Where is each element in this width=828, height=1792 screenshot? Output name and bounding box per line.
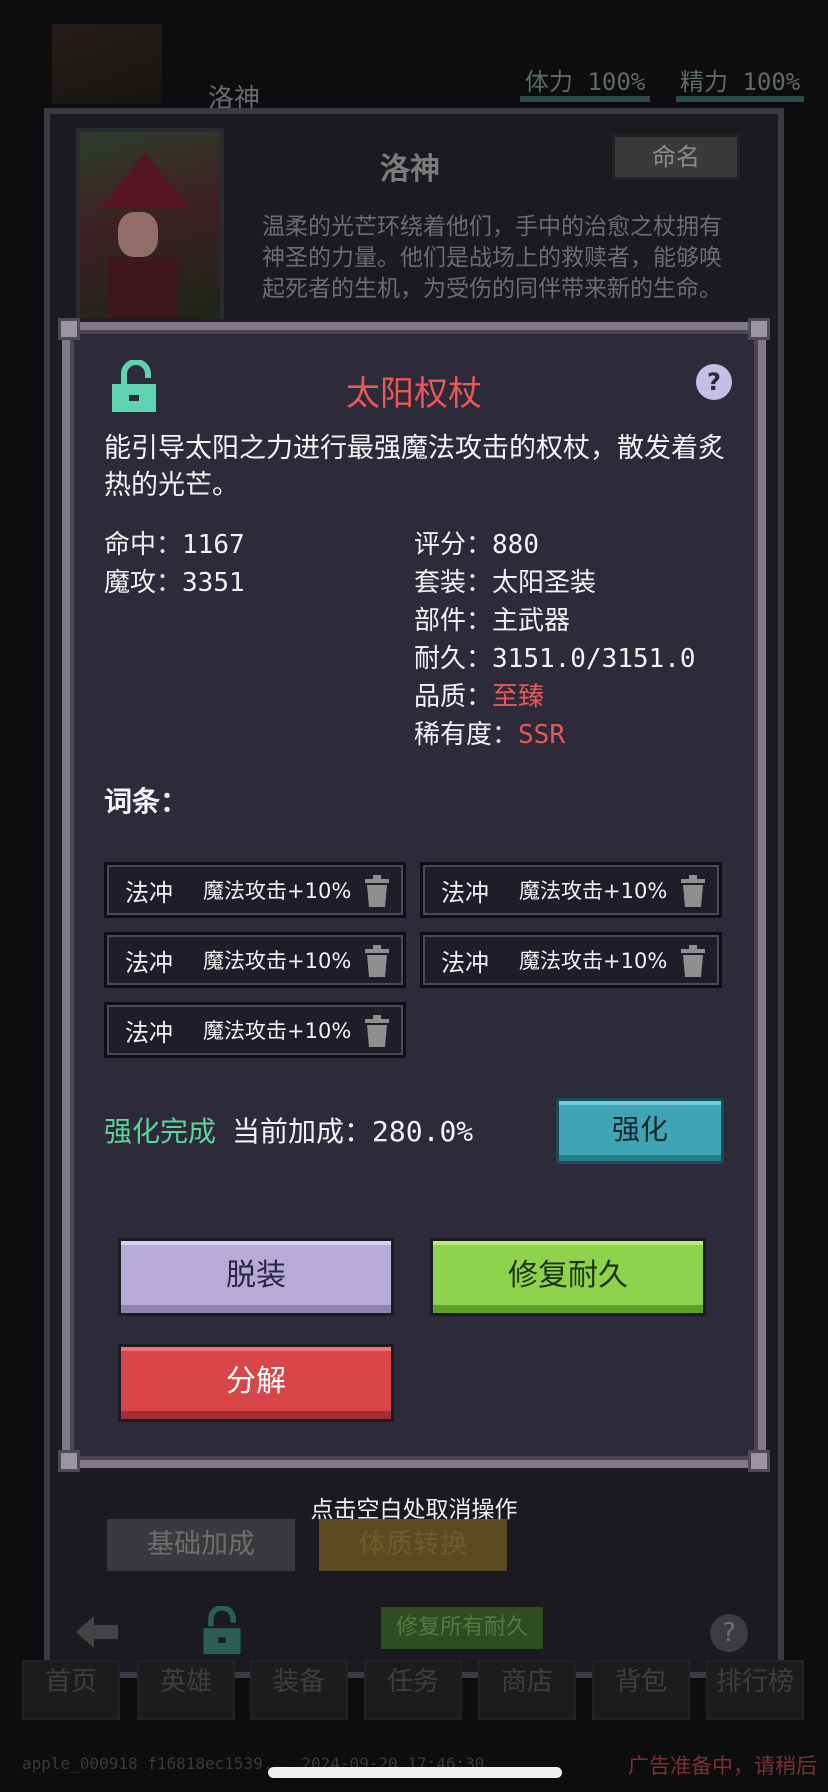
stamina-bar bbox=[520, 96, 650, 102]
trash-can-icon[interactable] bbox=[363, 875, 391, 907]
base-bonus-button[interactable]: 基础加成 bbox=[104, 1516, 298, 1574]
stat-quality: 品质：至臻 bbox=[414, 682, 545, 712]
energy-stat: 精力 100% bbox=[680, 68, 801, 96]
tab-shop[interactable]: 商店 bbox=[478, 1660, 576, 1720]
affix-name: 法冲 bbox=[125, 948, 173, 977]
hero-portrait bbox=[76, 128, 224, 328]
enhance-status: 强化完成 bbox=[104, 1115, 217, 1148]
affix-effect: 魔法攻击+10% bbox=[203, 879, 352, 903]
affix-name: 法冲 bbox=[125, 1018, 173, 1047]
affix-effect: 魔法攻击+10% bbox=[519, 879, 668, 903]
affix-slot: 法冲 魔法攻击+10% bbox=[420, 862, 722, 918]
ad-status: 广告准备中，请稍后 bbox=[628, 1754, 817, 1778]
dialog-corner bbox=[58, 318, 80, 340]
enhance-button[interactable]: 强化 bbox=[556, 1098, 724, 1164]
enhance-bonus: 当前加成：280.0% bbox=[232, 1115, 474, 1148]
trash-can-icon[interactable] bbox=[679, 875, 707, 907]
affix-effect: 魔法攻击+10% bbox=[203, 1019, 352, 1043]
rename-button[interactable]: 命名 bbox=[612, 134, 740, 180]
unequip-button[interactable]: 脱装 bbox=[118, 1238, 394, 1316]
stat-rarity: 稀有度：SSR bbox=[414, 720, 565, 750]
trash-can-icon[interactable] bbox=[363, 1015, 391, 1047]
tab-bag[interactable]: 背包 bbox=[592, 1660, 690, 1720]
dialog-corner bbox=[748, 318, 770, 340]
affix-slot: 法冲 魔法攻击+10% bbox=[104, 932, 406, 988]
affix-slot: 法冲 魔法攻击+10% bbox=[420, 932, 722, 988]
tab-equipment[interactable]: 装备 bbox=[250, 1660, 348, 1720]
item-detail-dialog: 太阳权杖 ? 能引导太阳之力进行最强魔法攻击的权杖，散发着炙热的光芒。 命中：1… bbox=[58, 318, 770, 1472]
trash-can-icon[interactable] bbox=[679, 945, 707, 977]
lock-icon-background[interactable] bbox=[198, 1605, 246, 1656]
back-arrow-icon[interactable] bbox=[72, 1612, 122, 1652]
affix-effect: 魔法攻击+10% bbox=[519, 949, 668, 973]
stats-left-column: 命中：1167 魔攻：3351 bbox=[104, 526, 245, 602]
constitution-convert-button[interactable]: 体质转换 bbox=[316, 1516, 510, 1574]
stats-right-column: 评分：880 套装：太阳圣装 部件：主武器 耐久：3151.0/3151.0 品… bbox=[414, 526, 696, 754]
tab-hero[interactable]: 英雄 bbox=[137, 1660, 235, 1720]
repair-all-button[interactable]: 修复所有耐久 bbox=[378, 1604, 546, 1652]
hero-avatar-small bbox=[52, 24, 162, 104]
tab-ranking[interactable]: 排行榜 bbox=[706, 1660, 804, 1720]
bottom-tab-bar: 首页 英雄 装备 任务 商店 背包 排行榜 bbox=[22, 1660, 806, 1730]
help-icon-background[interactable]: ? bbox=[710, 1614, 748, 1652]
stat-hit: 命中：1167 bbox=[104, 530, 245, 560]
dismiss-hint[interactable]: 点击空白处取消操作 bbox=[0, 1490, 828, 1524]
dialog-corner bbox=[748, 1450, 770, 1472]
home-indicator[interactable] bbox=[268, 1767, 562, 1778]
stat-slot: 部件：主武器 bbox=[414, 606, 571, 636]
tab-home[interactable]: 首页 bbox=[22, 1660, 120, 1720]
item-name: 太阳权杖 bbox=[346, 374, 482, 414]
stat-magic-attack: 魔攻：3351 bbox=[104, 568, 245, 598]
stamina-stat: 体力 100% bbox=[525, 68, 646, 96]
dialog-corner bbox=[58, 1450, 80, 1472]
affix-heading: 词条： bbox=[104, 785, 189, 818]
stat-set: 套装：太阳圣装 bbox=[414, 568, 597, 598]
affix-name: 法冲 bbox=[441, 878, 489, 907]
trash-can-icon[interactable] bbox=[363, 945, 391, 977]
hero-panel-title: 洛神 bbox=[380, 152, 440, 187]
stat-score: 评分：880 bbox=[414, 530, 539, 560]
repair-durability-button[interactable]: 修复耐久 bbox=[430, 1238, 706, 1316]
hero-description: 温柔的光芒环绕着他们，手中的治愈之杖拥有神圣的力量。他们是战场上的救赎者，能够唤… bbox=[262, 214, 722, 302]
energy-bar bbox=[676, 96, 804, 102]
affix-effect: 魔法攻击+10% bbox=[203, 949, 352, 973]
tab-tasks[interactable]: 任务 bbox=[364, 1660, 462, 1720]
decompose-button[interactable]: 分解 bbox=[118, 1344, 394, 1422]
affix-name: 法冲 bbox=[441, 948, 489, 977]
question-mark-icon[interactable]: ? bbox=[696, 364, 732, 400]
item-description: 能引导太阳之力进行最强魔法攻击的权杖，散发着炙热的光芒。 bbox=[104, 433, 725, 501]
stat-durability: 耐久：3151.0/3151.0 bbox=[414, 644, 696, 674]
affix-slot: 法冲 魔法攻击+10% bbox=[104, 862, 406, 918]
affix-slot: 法冲 魔法攻击+10% bbox=[104, 1002, 406, 1058]
affix-name: 法冲 bbox=[125, 878, 173, 907]
